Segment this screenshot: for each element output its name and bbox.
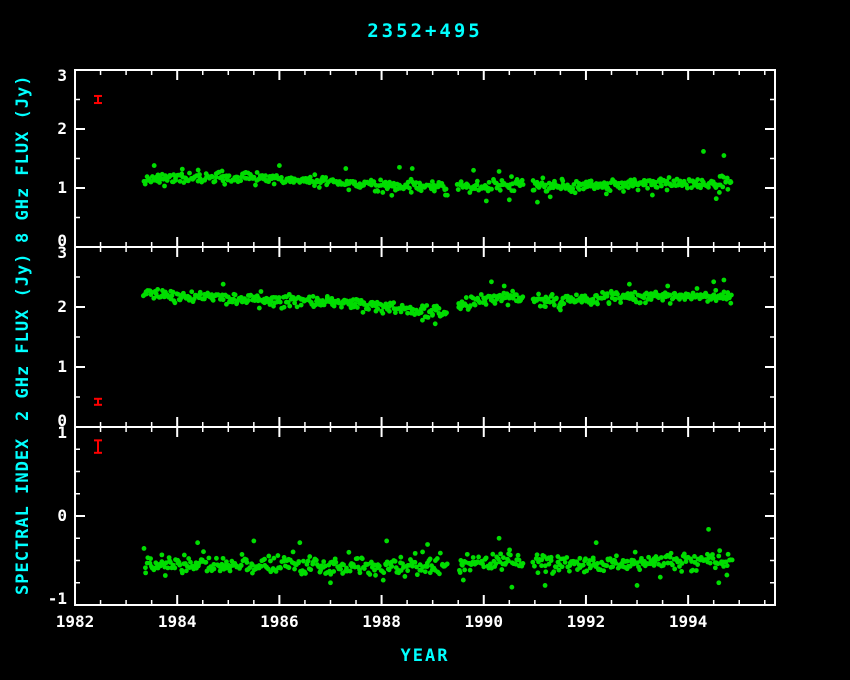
plot-page: 2352+495 8 GHz FLUX (Jy) 2 GHz FLUX (Jy)…: [0, 0, 850, 680]
svg-text:1990: 1990: [464, 612, 503, 631]
svg-text:1988: 1988: [362, 612, 401, 631]
svg-text:1: 1: [57, 178, 67, 197]
svg-text:1: 1: [57, 357, 67, 376]
svg-text:1992: 1992: [567, 612, 606, 631]
svg-text:1984: 1984: [158, 612, 197, 631]
svg-text:0: 0: [57, 506, 67, 525]
svg-text:2: 2: [57, 297, 67, 316]
svg-text:3: 3: [57, 66, 67, 85]
svg-text:-1: -1: [48, 589, 67, 608]
svg-text:1986: 1986: [260, 612, 299, 631]
svg-text:3: 3: [57, 243, 67, 262]
svg-text:2: 2: [57, 119, 67, 138]
svg-text:1: 1: [57, 423, 67, 442]
svg-text:1994: 1994: [669, 612, 708, 631]
svg-text:1982: 1982: [56, 612, 95, 631]
chart-canvas: 012301231982198419861988199019921994-101: [0, 0, 850, 680]
